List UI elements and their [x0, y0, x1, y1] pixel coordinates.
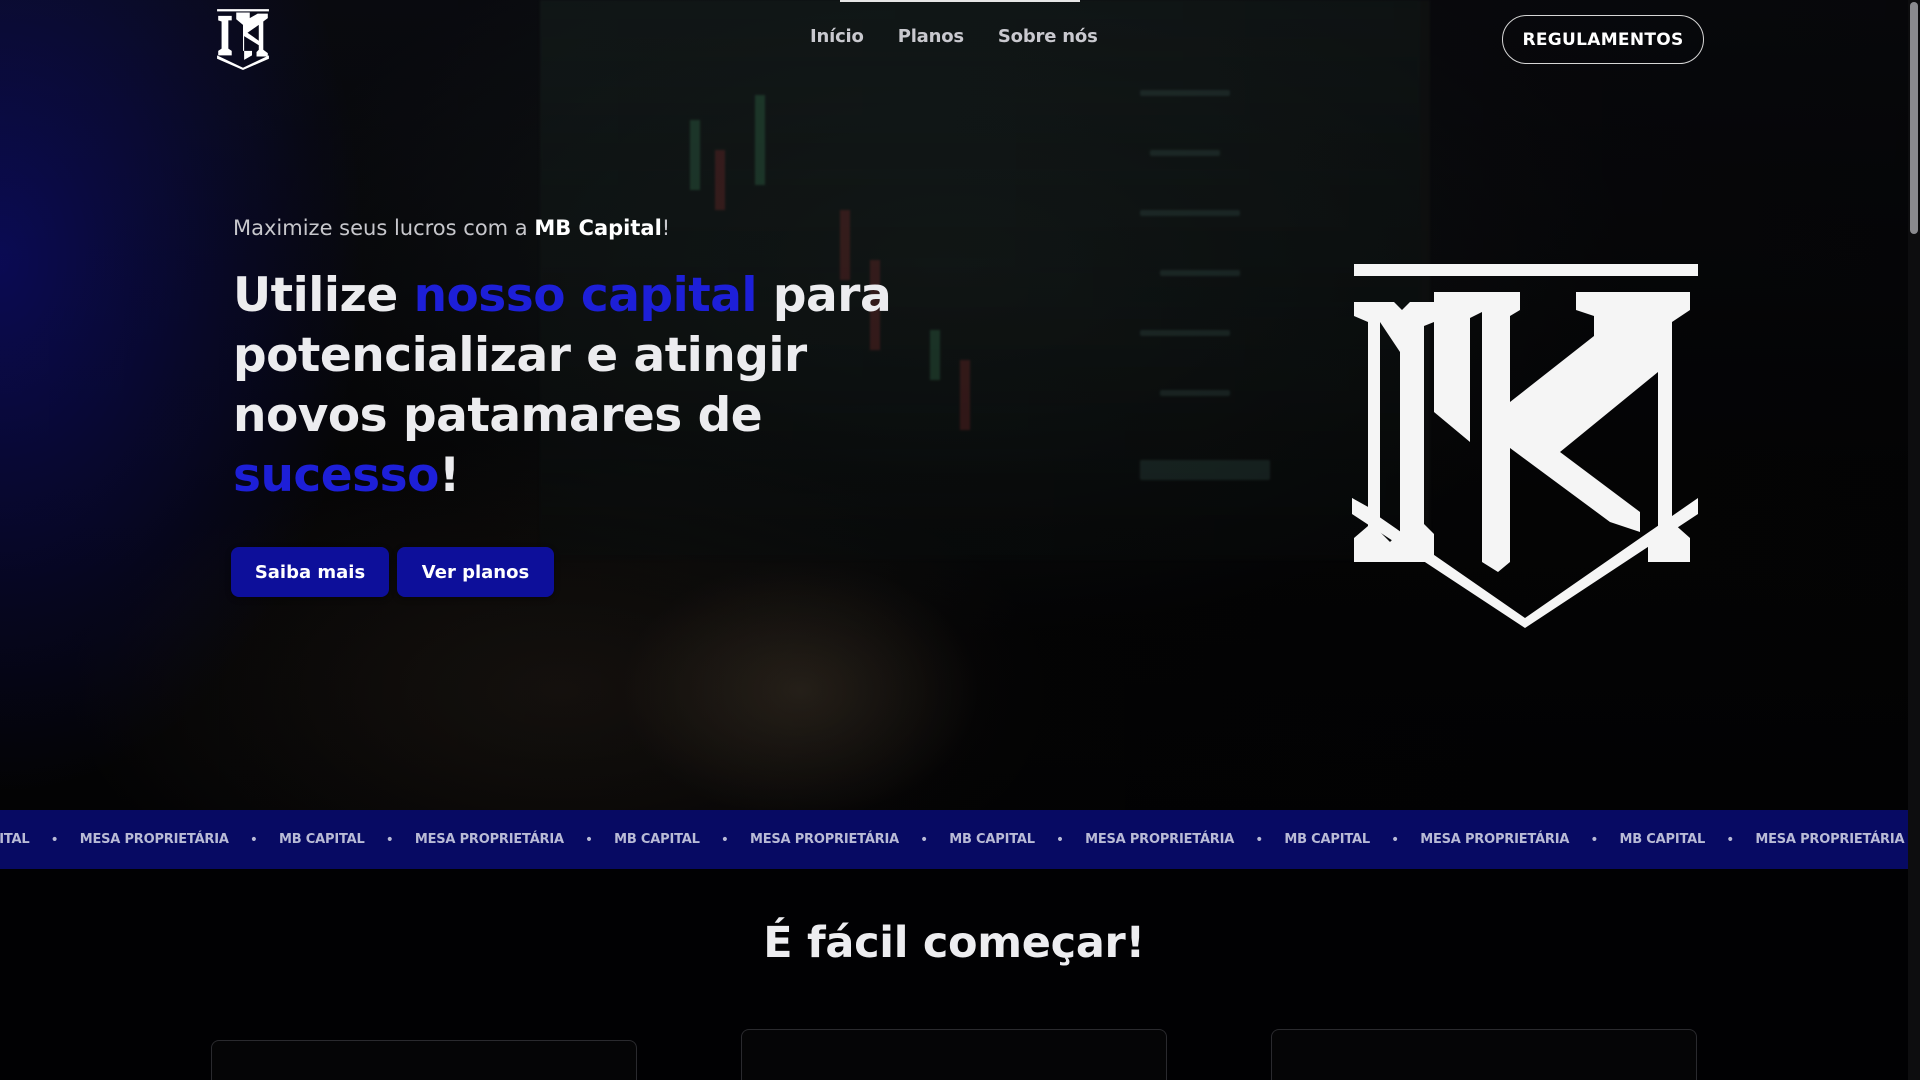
marquee-item: APITAL — [0, 832, 30, 847]
nav-item-sobre-nos[interactable]: Sobre nós — [998, 26, 1098, 47]
marquee-item: MESA PROPRIETÁRIA — [1085, 832, 1235, 847]
marquee-item: MB CAPITAL — [614, 832, 700, 847]
mb-logo-large — [1352, 264, 1698, 628]
marquee-separator: • — [1390, 831, 1400, 848]
headline-accent-capital: nosso capital — [413, 268, 758, 323]
scrollbar-thumb[interactable] — [1910, 2, 1918, 234]
tagline-prefix: Maximize seus lucros com a — [233, 216, 535, 240]
ver-planos-button[interactable]: Ver planos — [397, 547, 554, 597]
marquee-separator: • — [1590, 831, 1599, 848]
hero-headline: Utilize nosso capital para potencializar… — [233, 266, 933, 506]
marquee-item: MESA PROPRIETÁRIA — [414, 832, 564, 847]
regulamentos-button[interactable]: REGULAMENTOS — [1502, 15, 1704, 64]
marquee-separator: • — [720, 831, 729, 848]
nav-item-planos[interactable]: Planos — [898, 26, 964, 47]
marquee-separator: • — [50, 831, 59, 848]
marquee-item: MB CAPITAL — [279, 832, 365, 847]
nav-active-indicator — [840, 0, 1080, 2]
marquee-separator: • — [1255, 831, 1264, 848]
marquee-item: MB CAPITAL — [949, 832, 1035, 847]
marquee-separator: • — [920, 831, 929, 848]
headline-accent-sucesso: sucesso — [233, 448, 439, 503]
marquee-item: MB CAPITAL — [1619, 832, 1706, 847]
marquee-separator: • — [1055, 831, 1065, 848]
nav-item-inicio[interactable]: Início — [810, 26, 864, 47]
step-card — [211, 1040, 637, 1080]
marquee-item: MESA PROPRIETÁRIA — [749, 832, 899, 847]
marquee-separator: • — [1726, 831, 1735, 848]
marquee-item: MESA PROPRIETÁRIA — [1420, 832, 1570, 847]
section-title: É fácil começar! — [763, 918, 1145, 968]
hero-tagline: Maximize seus lucros com a MB Capital! — [233, 216, 670, 240]
headline-part-3: ! — [438, 448, 460, 503]
mb-logo[interactable] — [214, 8, 272, 70]
tagline-brand: MB Capital — [534, 216, 662, 240]
page-scrollbar[interactable] — [1908, 0, 1920, 1080]
marquee-item: MB CAPITAL — [1284, 832, 1370, 847]
saiba-mais-button[interactable]: Saiba mais — [231, 547, 389, 597]
marquee-item: MESA PROPRIETÁRIA — [1755, 832, 1905, 847]
marquee-banner: APITAL • MESA PROPRIETÁRIA • MB CAPITAL • M… — [0, 810, 1908, 869]
marquee-separator: • — [584, 831, 594, 848]
headline-part-1: Utilize — [233, 268, 414, 323]
step-card — [1271, 1029, 1697, 1080]
tagline-suffix: ! — [661, 216, 671, 240]
main-nav: Início Planos Sobre nós — [810, 26, 1098, 47]
marquee-separator: • — [249, 831, 259, 848]
marquee-separator: • — [385, 831, 394, 848]
page: Início Planos Sobre nós REGULAMENTOS Max… — [0, 0, 1920, 1080]
step-card — [741, 1029, 1167, 1080]
marquee-item: MESA PROPRIETÁRIA — [79, 832, 229, 847]
marquee-track: APITAL • MESA PROPRIETÁRIA • MB CAPITAL • M… — [0, 810, 1905, 869]
